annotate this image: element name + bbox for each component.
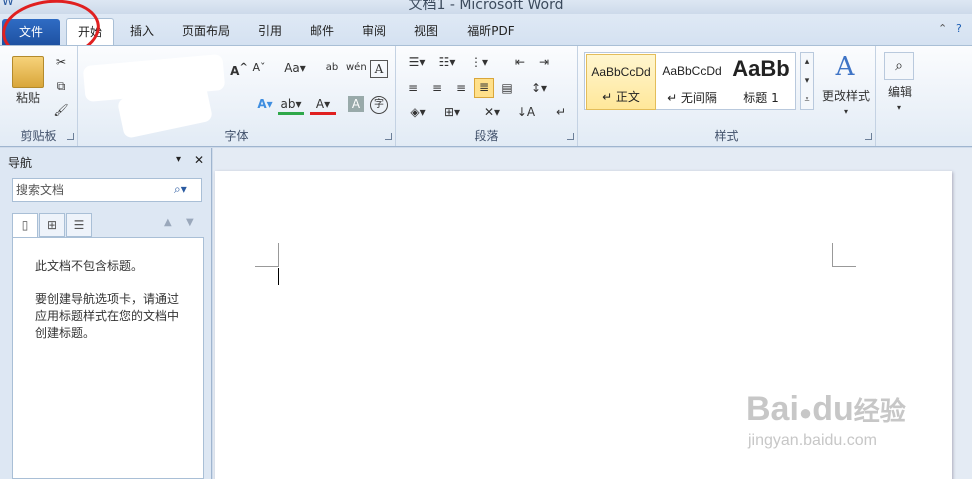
tab-headings[interactable]: ▯ [12,213,38,237]
style-sample: AaBbCcDd [662,64,722,78]
decrease-indent-icon[interactable]: ⇤ [510,54,530,70]
font-launcher-icon[interactable] [385,133,392,140]
clipboard-launcher-icon[interactable] [67,133,74,140]
style-normal[interactable]: AaBbCcDd ↵ 正文 [586,54,656,110]
font-color-icon[interactable]: A▾ [310,96,336,115]
chinese-layout-icon[interactable]: ✕▾ [478,104,506,120]
tab-review[interactable]: 审阅 [354,18,394,46]
paw-icon: ● [798,400,813,425]
increase-indent-icon[interactable]: ⇥ [534,54,554,70]
window-title: 文档1 - Microsoft Word [408,0,564,13]
justify-icon[interactable]: ≣ [474,78,494,98]
help-icon[interactable]: ? [956,22,962,35]
watermark-url: jingyan.baidu.com [748,432,877,449]
clear-format-icon[interactable]: ab [322,60,342,76]
editing-group: ⌕ 编辑 ▾ [876,46,924,146]
clipboard-group: 粘贴 ✂ ⧉ 🖌 剪贴板 [0,46,78,146]
create-headings-hint: 要创建导航选项卡，请通过应用标题样式在您的文档中创建标题。 [35,292,180,340]
chevron-down-icon[interactable]: ▾ [892,100,906,116]
style-name: ↵ 正文 [602,90,640,104]
nav-next-icon[interactable]: ▼ [186,217,194,228]
ribbon-collapse-icon[interactable]: ⌃ [938,22,947,35]
align-right-icon[interactable]: ≡ [452,80,470,96]
tab-results[interactable]: ☰ [66,213,92,237]
chevron-down-icon[interactable]: ▾ [840,104,852,120]
binoculars-icon: ⌕ [884,52,914,80]
search-icon[interactable]: ⌕▾ [174,182,187,197]
styles-gallery: AaBbCcDd ↵ 正文 AaBbCcDd ↵ 无间隔 AaBb 标题 1 [584,52,796,110]
change-case-icon[interactable]: Aa▾ [282,60,308,76]
margin-mark-left [255,243,279,267]
show-marks-icon[interactable]: ↵ [552,104,570,120]
numbering-icon[interactable]: ☷▾ [434,54,460,70]
bullets-icon[interactable]: ☰▾ [404,54,430,70]
watermark-brand: Bai [746,390,799,428]
highlight-icon[interactable]: ab▾ [278,96,304,115]
ribbon-tab-row: 文件 开始 插入 页面布局 引用 邮件 审阅 视图 福昕PDF ⌃ ? [0,14,972,47]
borders-icon[interactable]: ⊞▾ [438,104,466,120]
line-spacing-icon[interactable]: ↕▾ [526,80,552,96]
tab-insert[interactable]: 插入 [122,18,162,46]
nav-previous-icon[interactable]: ▲ [164,217,172,228]
nav-results-panel: 此文档不包含标题。 要创建导航选项卡，请通过应用标题样式在您的文档中创建标题。 [12,237,204,479]
style-heading-1[interactable]: AaBb 标题 1 [727,54,795,110]
multilevel-list-icon[interactable]: ⋮▾ [466,54,492,70]
watermark-cn: 经验 [853,396,906,426]
paragraph-launcher-icon[interactable] [567,133,574,140]
paragraph-label: 段落 [474,129,499,143]
change-styles-button[interactable]: 更改样式 [818,88,874,104]
distributed-icon[interactable]: ▤ [498,80,516,96]
shading-icon[interactable]: ◈▾ [404,104,432,120]
grow-font-icon[interactable]: A^ [230,60,248,79]
paragraph-group: ☰▾ ☷▾ ⋮▾ ⇤ ⇥ ≡ ≡ ≡ ≣ ▤ ↕▾ ◈▾ ⊞▾ ✕▾ ↓A ↵ … [396,46,578,146]
ribbon: 粘贴 ✂ ⧉ 🖌 剪贴板 A^ Aˇ Aa▾ ab wén A A▾ ab▾ A… [0,45,972,147]
char-shading-icon[interactable]: A [348,96,364,112]
watermark-brand-2: du [812,390,854,428]
editing-button[interactable]: 编辑 [880,84,920,100]
align-center-icon[interactable]: ≡ [428,80,446,96]
cut-icon[interactable]: ✂ [52,54,70,70]
document-area [213,148,972,479]
nav-header: 导航 ▾ ✕ [0,148,212,174]
paste-button[interactable]: 粘贴 [10,90,46,106]
sort-icon[interactable]: ↓A [516,104,536,120]
tab-pages[interactable]: ⊞ [39,213,65,237]
style-no-spacing[interactable]: AaBbCcDd ↵ 无间隔 [657,54,727,110]
align-left-icon[interactable]: ≡ [404,80,422,96]
no-headings-message: 此文档不包含标题。 [35,259,144,273]
tab-view[interactable]: 视图 [406,18,446,46]
navigation-pane: 导航 ▾ ✕ 搜索文档 ⌕▾ ▯ ⊞ ☰ ▲ ▼ 此文档不包含标题。 要创建导航… [0,148,212,479]
text-cursor [278,268,279,285]
watermark-logo: Bai●du经验 [746,390,906,429]
paste-icon [12,56,44,88]
margin-mark-right [832,243,856,267]
phonetic-icon[interactable]: wén [346,60,367,76]
format-painter-icon[interactable]: 🖌 [52,102,70,118]
style-sample: AaBb [732,56,790,81]
tab-mailings[interactable]: 邮件 [302,18,342,46]
nav-title: 导航 [8,156,33,170]
title-bar: W 文档1 - Microsoft Word [0,0,972,14]
shrink-font-icon[interactable]: Aˇ [250,60,268,76]
styles-label: 样式 [714,129,739,143]
tab-references[interactable]: 引用 [250,18,290,46]
change-styles-icon: A [835,52,855,82]
style-sample: AaBbCcDd [591,65,651,79]
tab-page-layout[interactable]: 页面布局 [174,18,238,46]
nav-menu-icon[interactable]: ▾ [176,154,181,165]
text-effect-icon[interactable]: A▾ [254,96,276,112]
styles-launcher-icon[interactable] [865,133,872,140]
tab-foxit-pdf[interactable]: 福昕PDF [458,18,524,46]
char-border-icon[interactable]: A [370,60,388,78]
style-name: 标题 1 [743,91,779,105]
clipboard-label: 剪贴板 [20,129,57,143]
styles-group: AaBbCcDd ↵ 正文 AaBbCcDd ↵ 无间隔 AaBb 标题 1 ▴… [578,46,876,146]
copy-icon[interactable]: ⧉ [52,78,70,94]
style-name: ↵ 无间隔 [667,91,717,105]
close-icon[interactable]: ✕ [194,153,204,167]
enclose-char-icon[interactable]: 字 [370,96,388,114]
styles-scroll-icon[interactable]: ▴ ▾ ⩡ [800,52,814,110]
